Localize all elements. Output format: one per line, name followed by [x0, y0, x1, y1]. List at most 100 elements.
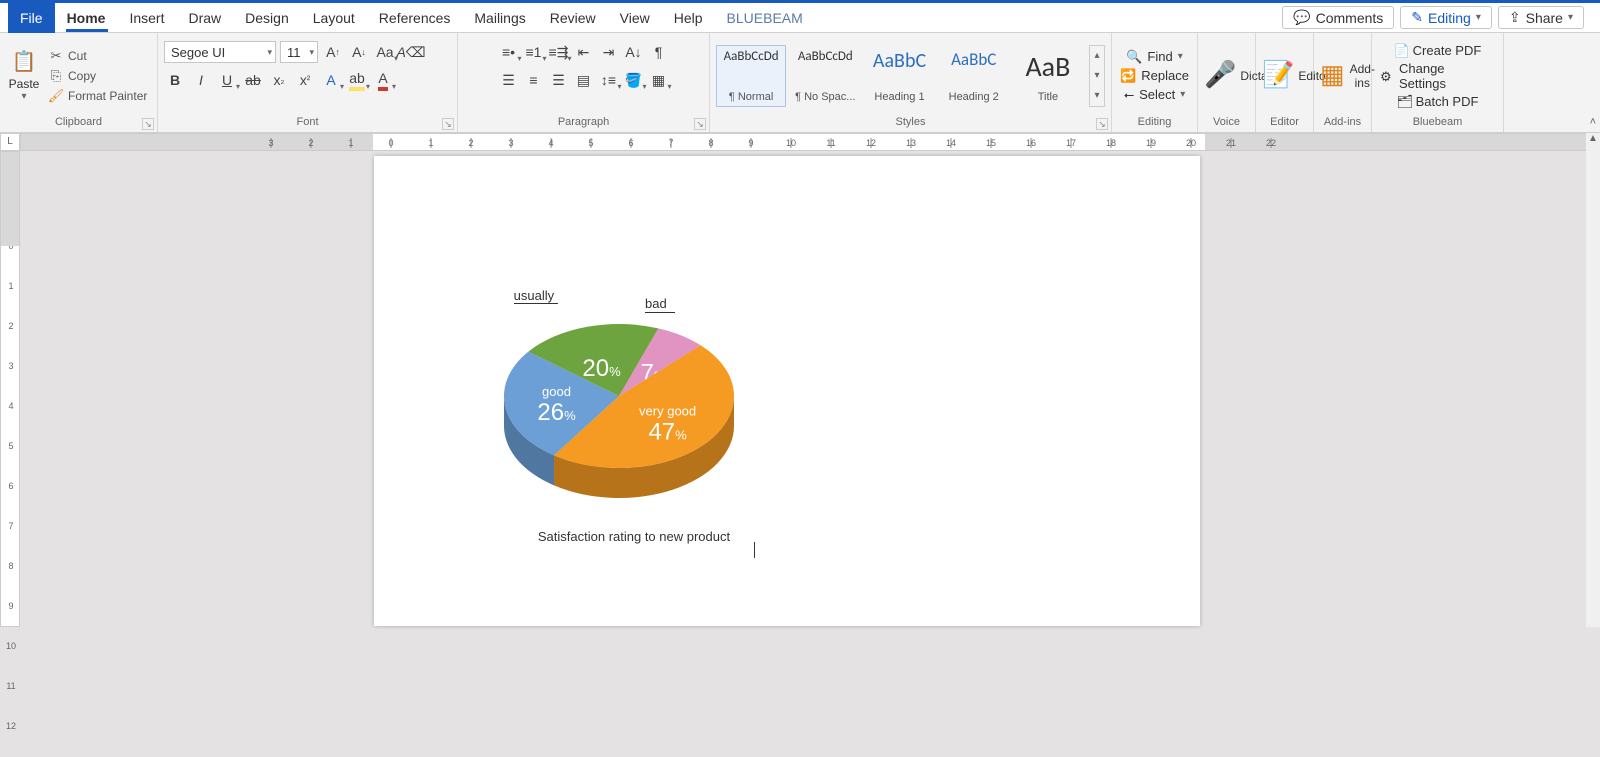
pie-chart[interactable]: usually bad 7%very good47%good26%20% Sat… [479, 296, 789, 544]
styles-up-icon[interactable]: ▴ [1090, 46, 1104, 66]
align-right-button[interactable]: ☰ [548, 69, 570, 91]
svg-text:5: 5 [8, 441, 13, 451]
replace-button[interactable]: 🔁Replace [1118, 68, 1191, 84]
svg-text:3: 3 [508, 138, 513, 148]
dialog-launcher[interactable]: ↘ [694, 118, 706, 130]
tab-view[interactable]: View [608, 3, 662, 33]
shrink-font-button[interactable]: A↓ [348, 41, 370, 63]
paste-button[interactable]: 📋 Paste ▾ [6, 49, 42, 102]
italic-button[interactable]: I [190, 69, 212, 91]
borders-button[interactable]: ▦▾ [648, 69, 670, 91]
font-color-button[interactable]: A▾ [372, 69, 394, 91]
bold-button[interactable]: B [164, 69, 186, 91]
bullets-button[interactable]: ≡•▾ [498, 41, 520, 63]
svg-text:20: 20 [1186, 138, 1196, 148]
create-pdf-button[interactable]: 📄Create PDF [1392, 43, 1484, 58]
tab-help[interactable]: Help [662, 3, 715, 33]
change-settings-button[interactable]: ⚙Change Settings [1378, 61, 1497, 91]
underline-button[interactable]: U▾ [216, 69, 238, 91]
grow-font-button[interactable]: A↑ [322, 41, 344, 63]
collapse-ribbon-button[interactable]: ˄ [1590, 116, 1596, 128]
tab-layout[interactable]: Layout [301, 3, 367, 33]
highlight-button[interactable]: ab▾ [346, 69, 368, 91]
align-center-button[interactable]: ≡ [523, 69, 545, 91]
increase-indent-button[interactable]: ⇥ [598, 41, 620, 63]
styles-more-icon[interactable]: ▾ [1090, 86, 1104, 106]
style-title[interactable]: AaBTitle [1013, 45, 1083, 107]
sort-button[interactable]: A↓ [623, 41, 645, 63]
search-icon: 🔍 [1126, 49, 1142, 65]
tab-home[interactable]: Home [55, 3, 118, 33]
svg-text:12: 12 [6, 721, 16, 731]
style--normal[interactable]: AaBbCcDd¶ Normal [716, 45, 786, 107]
style--no-spac-[interactable]: AaBbCcDd¶ No Spac... [790, 45, 860, 107]
dialog-launcher[interactable]: ↘ [442, 118, 454, 130]
style-heading-2[interactable]: AaBbCHeading 2 [939, 45, 1009, 107]
batch-pdf-button[interactable]: 🗂Batch PDF [1395, 94, 1481, 109]
vertical-ruler[interactable]: 210123456789101112 [0, 151, 20, 627]
tab-file[interactable]: File [8, 3, 55, 33]
svg-text:2: 2 [308, 138, 313, 148]
align-left-button[interactable]: ☰ [498, 69, 520, 91]
svg-text:2: 2 [8, 321, 13, 331]
comments-button[interactable]: 💬Comments [1282, 6, 1394, 29]
find-button[interactable]: 🔍Find▾ [1124, 49, 1185, 65]
strikethrough-button[interactable]: ab [242, 69, 264, 91]
chart-title: Satisfaction rating to new product [479, 529, 789, 544]
svg-text:good: good [542, 384, 571, 399]
line-spacing-button[interactable]: ↕≡▾ [598, 69, 620, 91]
svg-text:2: 2 [468, 138, 473, 148]
vertical-scrollbar[interactable]: ▲ [1586, 133, 1600, 627]
numbering-button[interactable]: ≡1▾ [523, 41, 545, 63]
tab-draw[interactable]: Draw [176, 3, 233, 33]
tab-selector[interactable]: L [0, 133, 20, 151]
shading-button[interactable]: 🪣▾ [623, 69, 645, 91]
chevron-down-icon: ▾ [1180, 89, 1185, 100]
dictate-button[interactable]: 🎤 Dictate ▾ [1204, 37, 1260, 114]
ribbon: 📋 Paste ▾ ✂Cut ⎘Copy 🖌Format Painter Cli… [0, 33, 1600, 133]
styles-down-icon[interactable]: ▾ [1090, 66, 1104, 86]
tab-bluebeam[interactable]: BLUEBEAM [715, 3, 815, 33]
document-page[interactable]: usually bad 7%very good47%good26%20% Sat… [374, 156, 1200, 626]
tab-references[interactable]: References [367, 3, 463, 33]
tab-review[interactable]: Review [538, 3, 608, 33]
svg-text:12: 12 [866, 138, 876, 148]
dialog-launcher[interactable]: ↘ [1096, 118, 1108, 130]
change-case-button[interactable]: Aa▾ [374, 41, 396, 63]
justify-button[interactable]: ▤ [573, 69, 595, 91]
clear-format-button[interactable]: A⌫ [400, 41, 422, 63]
font-size-combo[interactable]: 11▾ [280, 41, 318, 63]
dialog-launcher[interactable]: ↘ [142, 118, 154, 130]
svg-text:very good: very good [639, 403, 696, 418]
comment-icon: 💬 [1293, 9, 1310, 26]
editor-button[interactable]: 📝 Editor [1262, 37, 1318, 114]
svg-text:1: 1 [428, 138, 433, 148]
tab-insert[interactable]: Insert [117, 3, 176, 33]
superscript-button[interactable]: x [294, 69, 316, 91]
chevron-down-icon: ▾ [1568, 12, 1573, 23]
decrease-indent-button[interactable]: ⇤ [573, 41, 595, 63]
group-label: Editing [1118, 114, 1191, 130]
chevron-down-icon: ▾ [1178, 51, 1183, 62]
subscript-button[interactable]: x [268, 69, 290, 91]
text-effects-button[interactable]: A▾ [320, 69, 342, 91]
addins-button[interactable]: ▦ Add-ins [1320, 37, 1376, 114]
clipboard-icon: 📋 [10, 49, 38, 77]
select-button[interactable]: ⭠Select▾ [1122, 87, 1188, 103]
style-heading-1[interactable]: AaBbCHeading 1 [864, 45, 934, 107]
share-button[interactable]: ⇪Share▾ [1498, 6, 1584, 29]
tab-mailings[interactable]: Mailings [462, 3, 537, 33]
horizontal-ruler[interactable]: 321012345678910111213141516171819202122 [20, 133, 1588, 151]
multilevel-button[interactable]: ≡⇶▾ [548, 41, 570, 63]
scroll-up-icon[interactable]: ▲ [1586, 133, 1600, 147]
cut-button[interactable]: ✂Cut [46, 47, 149, 65]
format-painter-button[interactable]: 🖌Format Painter [46, 87, 149, 105]
font-name-combo[interactable]: Segoe UI▾ [164, 41, 276, 63]
svg-text:1: 1 [348, 138, 353, 148]
svg-text:9: 9 [748, 138, 753, 148]
copy-button[interactable]: ⎘Copy [46, 67, 149, 85]
show-marks-button[interactable]: ¶ [648, 41, 670, 63]
editing-mode-button[interactable]: ✎Editing▾ [1400, 6, 1492, 29]
tab-design[interactable]: Design [233, 3, 301, 33]
pencil-icon: ✎ [1411, 9, 1423, 26]
